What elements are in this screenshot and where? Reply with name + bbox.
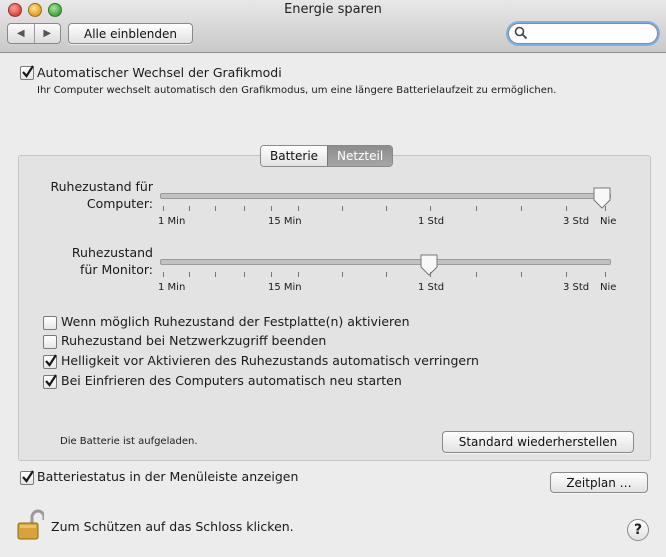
slider-tick: [430, 206, 431, 211]
slider-tick: [605, 272, 606, 277]
tick-label-1min-2: 1 Min: [158, 282, 186, 293]
restore-defaults-button[interactable]: Standard wiederherstellen: [442, 431, 634, 453]
slider-tick: [342, 272, 343, 277]
schedule-button[interactable]: Zeitplan …: [550, 472, 648, 493]
battery-status-text: Die Batterie ist aufgeladen.: [60, 436, 198, 447]
slider-tick: [215, 206, 216, 211]
tick-label-1std: 1 Std: [418, 216, 445, 227]
slider-tick: [298, 272, 299, 277]
window-title: Energie sparen: [284, 2, 382, 17]
computer-sleep-slider-track[interactable]: [160, 193, 611, 199]
preferences-window: Energie sparen ◀ ▶ Alle einblenden Autom…: [0, 0, 666, 557]
option-label-disk-sleep: Wenn möglich Ruhezustand der Festplatte(…: [61, 314, 410, 329]
graphics-switch-label: Automatischer Wechsel der Grafikmodi: [37, 65, 282, 80]
toolbar: Energie sparen ◀ ▶ Alle einblenden: [0, 0, 666, 53]
tick-label-3std-2: 3 Std: [563, 282, 590, 293]
lock-icon[interactable]: [16, 509, 44, 543]
option-checkbox-disk-sleep[interactable]: [43, 316, 57, 330]
tick-label-nie-2: Nie: [600, 282, 617, 293]
slider-tick: [163, 272, 164, 277]
option-label-restart-freeze: Bei Einfrieren des Computers automatisch…: [61, 373, 402, 388]
computer-sleep-label-text: Ruhezustand für Computer:: [50, 179, 153, 211]
search-input[interactable]: [508, 23, 658, 44]
slider-tick: [521, 206, 522, 211]
menubar-status-label: Batteriestatus in der Menüleiste anzeige…: [37, 469, 299, 484]
menubar-status-checkbox[interactable]: [20, 470, 34, 485]
help-button[interactable]: ?: [627, 519, 649, 541]
lock-hint-text: Zum Schützen auf das Schloss klicken.: [51, 519, 294, 534]
slider-tick: [189, 272, 190, 277]
tick-label-3std: 3 Std: [563, 216, 590, 227]
monitor-sleep-slider-thumb[interactable]: [420, 254, 438, 276]
computer-sleep-slider-thumb[interactable]: [593, 187, 611, 209]
slider-tick: [566, 272, 567, 277]
slider-tick: [476, 206, 477, 211]
slider-tick: [476, 272, 477, 277]
monitor-sleep-label-text: Ruhezustand für Monitor:: [71, 245, 153, 277]
computer-sleep-label: Ruhezustand für Computer:: [40, 178, 153, 212]
tick-label-nie: Nie: [600, 216, 617, 227]
monitor-sleep-label: Ruhezustand für Monitor:: [40, 244, 153, 278]
show-all-button[interactable]: Alle einblenden: [68, 23, 193, 44]
option-label-dim-display: Helligkeit vor Aktivieren des Ruhezustan…: [61, 353, 479, 368]
back-arrow-icon[interactable]: ◀: [8, 24, 35, 43]
slider-tick: [215, 272, 216, 277]
graphics-switch-checkbox[interactable]: [20, 65, 34, 80]
tab-power-adapter[interactable]: Netzteil: [327, 146, 393, 166]
slider-tick: [605, 206, 606, 211]
option-checkbox-restart-freeze[interactable]: [43, 374, 57, 389]
slider-tick: [521, 272, 522, 277]
slider-tick: [271, 272, 272, 277]
forward-arrow-icon[interactable]: ▶: [35, 24, 61, 43]
tab-battery[interactable]: Batterie: [261, 146, 328, 166]
option-label-network-wake: Ruhezustand bei Netzwerkzugriff beenden: [61, 333, 327, 348]
slider-tick: [342, 206, 343, 211]
option-checkbox-network-wake[interactable]: [43, 335, 57, 349]
power-source-tabs: Batterie Netzteil: [260, 145, 394, 167]
search-icon: [514, 26, 528, 40]
slider-tick: [566, 206, 567, 211]
tick-label-1min: 1 Min: [158, 216, 186, 227]
slider-tick: [386, 272, 387, 277]
graphics-switch-description: Ihr Computer wechselt automatisch den Gr…: [37, 85, 557, 96]
checkmark-icon: [45, 374, 57, 387]
slider-tick: [244, 272, 245, 277]
back-forward-control: ◀ ▶: [7, 23, 61, 44]
slider-tick: [271, 206, 272, 211]
monitor-sleep-slider-track[interactable]: [160, 259, 611, 265]
slider-tick: [298, 206, 299, 211]
slider-tick: [430, 272, 431, 277]
tick-label-15min-2: 15 Min: [268, 282, 302, 293]
slider-tick: [386, 206, 387, 211]
slider-tick: [163, 206, 164, 211]
checkmark-icon: [22, 470, 34, 483]
checkmark-icon: [45, 354, 57, 367]
tick-label-15min: 15 Min: [268, 216, 302, 227]
slider-tick: [244, 206, 245, 211]
option-checkbox-dim-display[interactable]: [43, 354, 57, 369]
checkmark-icon: [22, 65, 34, 78]
tick-label-1std-2: 1 Std: [418, 282, 445, 293]
slider-tick: [189, 206, 190, 211]
